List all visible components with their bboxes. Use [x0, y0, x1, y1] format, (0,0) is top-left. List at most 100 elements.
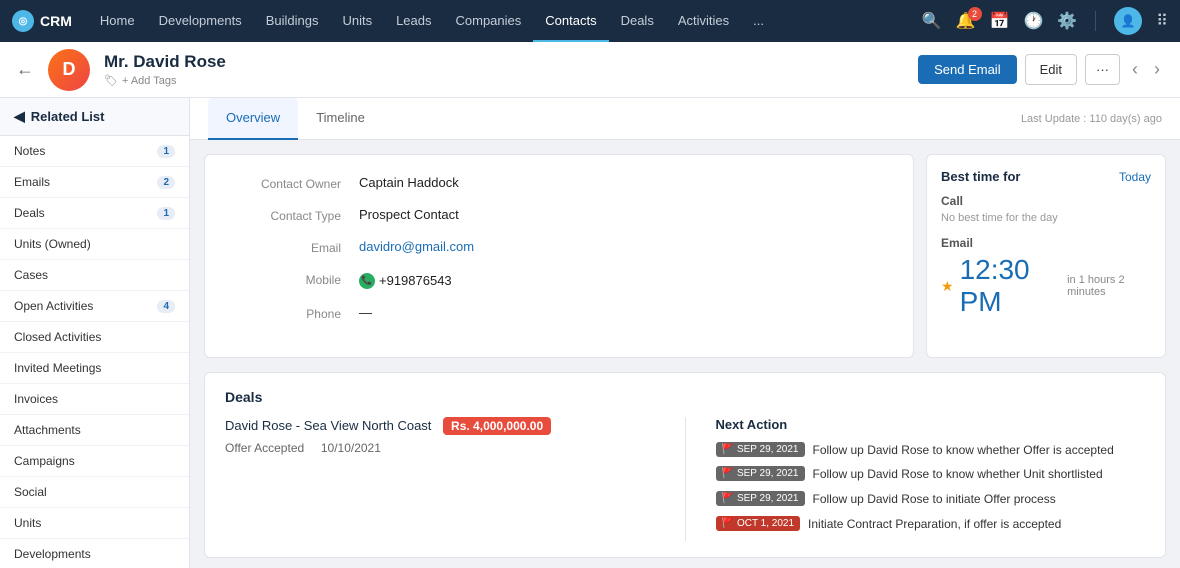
sidebar-item-notes[interactable]: Notes 1 — [0, 136, 189, 167]
email-time-value: 12:30 PM — [960, 254, 1062, 318]
field-value-email[interactable]: davidro@gmail.com — [359, 239, 474, 255]
deals-right: Next Action 🚩 SEP 29, 2021 Follow up Dav… — [716, 417, 1146, 541]
action-text-3: Initiate Contract Preparation, if offer … — [808, 516, 1061, 533]
deals-section-title: Deals — [225, 389, 1145, 405]
panels-row: Contact Owner Captain Haddock Contact Ty… — [190, 140, 1180, 372]
sidebar-item-cases[interactable]: Cases — [0, 260, 189, 291]
nav-developments[interactable]: Developments — [147, 0, 254, 42]
best-time-email-label: Email — [941, 236, 1151, 250]
next-action-title: Next Action — [716, 417, 1146, 432]
best-time-call-sub: No best time for the day — [941, 212, 1151, 224]
field-contact-type: Contact Type Prospect Contact — [229, 207, 889, 223]
sidebar-item-units[interactable]: Units — [0, 508, 189, 539]
phone-dot-icon: 📞 — [359, 273, 375, 289]
sidebar-item-deals[interactable]: Deals 1 — [0, 198, 189, 229]
action-date-text-1: SEP 29, 2021 — [737, 468, 799, 479]
field-label-contact-owner: Contact Owner — [229, 175, 359, 191]
action-text-1: Follow up David Rose to know whether Uni… — [813, 466, 1103, 483]
nav-companies[interactable]: Companies — [444, 0, 534, 42]
notifications-icon[interactable]: 🔔 2 — [956, 11, 976, 31]
sidebar-badge-notes: 1 — [157, 145, 175, 158]
deal-name: David Rose - Sea View North Coast — [225, 418, 431, 433]
field-contact-owner: Contact Owner Captain Haddock — [229, 175, 889, 191]
prev-record-button[interactable]: ‹ — [1128, 59, 1142, 80]
top-nav: ◎ CRM Home Developments Buildings Units … — [0, 0, 1180, 42]
deals-row: David Rose - Sea View North Coast Rs. 4,… — [225, 417, 1145, 541]
sidebar-item-closed-activities[interactable]: Closed Activities — [0, 322, 189, 353]
more-options-button[interactable]: ··· — [1085, 54, 1120, 85]
tab-overview[interactable]: Overview — [208, 98, 298, 140]
sidebar-item-invoices[interactable]: Invoices — [0, 384, 189, 415]
tab-timeline[interactable]: Timeline — [298, 98, 383, 140]
nav-deals[interactable]: Deals — [609, 0, 666, 42]
nav-leads[interactable]: Leads — [384, 0, 443, 42]
best-time-email-time: ★ 12:30 PM in 1 hours 2 minutes — [941, 254, 1151, 318]
sidebar-item-cases-label: Cases — [14, 268, 48, 282]
sidebar-item-emails-label: Emails — [14, 175, 50, 189]
best-time-call-label: Call — [941, 194, 1151, 208]
field-value-mobile: 📞 +919876543 — [359, 271, 452, 289]
sidebar-item-developments[interactable]: Developments — [0, 539, 189, 568]
deal-status: Offer Accepted 10/10/2021 — [225, 441, 655, 455]
nav-more[interactable]: ... — [741, 0, 776, 42]
next-record-button[interactable]: › — [1150, 59, 1164, 80]
action-flag-2: 🚩 — [722, 493, 734, 504]
sidebar-badge-emails: 2 — [157, 176, 175, 189]
action-flag-1: 🚩 — [722, 468, 734, 479]
action-text-0: Follow up David Rose to know whether Off… — [813, 442, 1114, 459]
sidebar-item-closed-activities-label: Closed Activities — [14, 330, 101, 344]
grid-icon[interactable]: ⠿ — [1156, 11, 1168, 31]
field-label-email: Email — [229, 239, 359, 255]
last-update-text: Last Update : 110 day(s) ago — [1021, 113, 1162, 125]
field-value-phone: — — [359, 305, 372, 321]
sidebar-item-invited-meetings[interactable]: Invited Meetings — [0, 353, 189, 384]
action-date-2: 🚩 SEP 29, 2021 — [716, 491, 805, 506]
nav-activities[interactable]: Activities — [666, 0, 741, 42]
nav-buildings[interactable]: Buildings — [254, 0, 331, 42]
action-date-0: 🚩 SEP 29, 2021 — [716, 442, 805, 457]
field-value-contact-type: Prospect Contact — [359, 207, 459, 223]
sidebar-item-open-activities[interactable]: Open Activities 4 — [0, 291, 189, 322]
email-link[interactable]: davidro@gmail.com — [359, 239, 474, 254]
sidebar-badge-deals: 1 — [157, 207, 175, 220]
deal-date: 10/10/2021 — [321, 441, 381, 455]
add-tags[interactable]: 🏷 + Add Tags — [104, 74, 904, 87]
nav-units[interactable]: Units — [330, 0, 384, 42]
sidebar-item-campaigns-label: Campaigns — [14, 454, 75, 468]
edit-button[interactable]: Edit — [1025, 54, 1077, 85]
action-date-3: 🚩 OCT 1, 2021 — [716, 516, 801, 531]
back-button[interactable]: ← — [16, 59, 34, 80]
send-email-button[interactable]: Send Email — [918, 55, 1016, 84]
sidebar-item-attachments[interactable]: Attachments — [0, 415, 189, 446]
best-time-call-section: Call No best time for the day — [941, 194, 1151, 224]
calendar-icon[interactable]: 📅 — [990, 11, 1010, 31]
search-icon[interactable]: 🔍 — [922, 11, 942, 31]
user-avatar[interactable]: 👤 — [1114, 7, 1142, 35]
tabs: Overview Timeline — [208, 98, 383, 140]
sidebar-item-emails[interactable]: Emails 2 — [0, 167, 189, 198]
sidebar-item-open-activities-label: Open Activities — [14, 299, 93, 313]
sidebar-item-campaigns[interactable]: Campaigns — [0, 446, 189, 477]
action-item-0: 🚩 SEP 29, 2021 Follow up David Rose to k… — [716, 442, 1146, 459]
sidebar-item-social-label: Social — [14, 485, 47, 499]
best-time-today-button[interactable]: Today — [1119, 170, 1151, 184]
logo-icon: ◎ — [12, 10, 34, 32]
deal-status-label: Offer Accepted — [225, 441, 304, 455]
settings-icon[interactable]: ⚙️ — [1057, 11, 1077, 31]
best-time-header: Best time for Today — [941, 169, 1151, 184]
best-time-title: Best time for — [941, 169, 1020, 184]
sidebar-item-units-owned[interactable]: Units (Owned) — [0, 229, 189, 260]
logo: ◎ CRM — [12, 10, 72, 32]
action-date-text-0: SEP 29, 2021 — [737, 444, 799, 455]
content-area: Overview Timeline Last Update : 110 day(… — [190, 98, 1180, 568]
clock-icon[interactable]: 🕐 — [1023, 11, 1043, 31]
star-icon: ★ — [941, 278, 954, 295]
nav-home[interactable]: Home — [88, 0, 147, 42]
sidebar-item-deals-label: Deals — [14, 206, 45, 220]
tabs-bar: Overview Timeline Last Update : 110 day(… — [190, 98, 1180, 140]
sidebar-item-units-owned-label: Units (Owned) — [14, 237, 91, 251]
field-mobile: Mobile 📞 +919876543 — [229, 271, 889, 289]
nav-contacts[interactable]: Contacts — [533, 0, 608, 42]
sidebar-item-social[interactable]: Social — [0, 477, 189, 508]
sidebar-item-notes-label: Notes — [14, 144, 45, 158]
